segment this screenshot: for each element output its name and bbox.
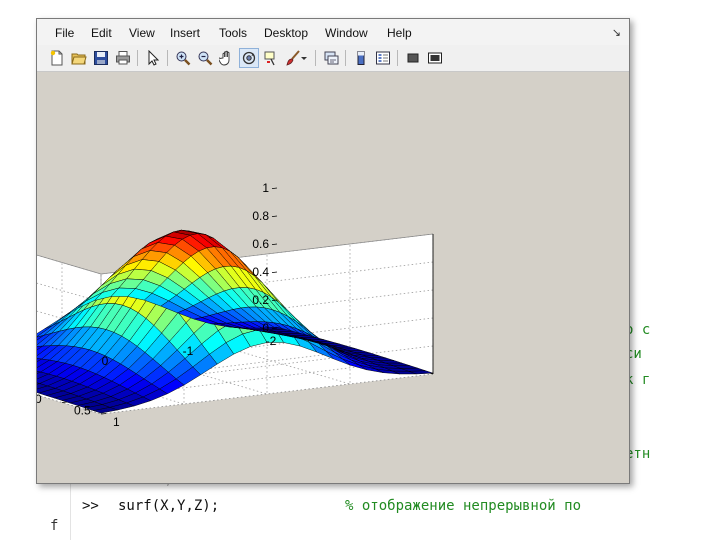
link-plot-icon[interactable] xyxy=(321,48,341,68)
command-prompt: >> xyxy=(82,498,99,514)
menu-file[interactable]: File xyxy=(55,26,74,40)
open-file-icon[interactable] xyxy=(69,48,89,68)
z-tick-label: 0.2 xyxy=(252,293,269,307)
dock-arrow-icon[interactable]: ↘ xyxy=(612,26,621,39)
figure-window[interactable]: File Edit View Insert Tools Desktop Wind… xyxy=(0,18,631,485)
toolbar-separator xyxy=(137,50,138,66)
menu-tools[interactable]: Tools xyxy=(219,26,247,40)
hide-plot-tools-icon[interactable] xyxy=(403,48,423,68)
y-tick xyxy=(61,401,68,403)
toolbar-separator xyxy=(345,50,346,66)
zoom-out-icon[interactable] xyxy=(195,48,215,68)
edit-plot-arrow-icon[interactable] xyxy=(143,48,163,68)
brush-dropdown-icon[interactable] xyxy=(299,48,309,68)
toolbar-separator xyxy=(167,50,168,66)
menu-help[interactable]: Help xyxy=(387,26,412,40)
menu-window[interactable]: Window xyxy=(325,26,368,40)
save-icon[interactable] xyxy=(91,48,111,68)
y-tick xyxy=(100,413,107,415)
show-plot-tools-icon[interactable] xyxy=(425,48,445,68)
command-code[interactable]: surf(X,Y,Z); xyxy=(118,498,219,514)
x-tick-label: -1 xyxy=(183,344,194,358)
insert-legend-icon[interactable] xyxy=(373,48,393,68)
y-tick-label: 0 xyxy=(37,392,42,406)
toolbar-separator xyxy=(315,50,316,66)
y-tick-label: 0.5 xyxy=(74,404,91,418)
z-tick-label: 0 xyxy=(262,321,269,335)
x-tick-label: -2 xyxy=(266,334,277,348)
toolbar-separator xyxy=(397,50,398,66)
menu-edit[interactable]: Edit xyxy=(91,26,112,40)
new-figure-icon[interactable] xyxy=(47,48,67,68)
surface-plot-axes[interactable]: 00.20.40.60.81210-1-210.50-0.5-1 xyxy=(0,71,631,485)
zoom-in-icon[interactable] xyxy=(173,48,193,68)
x-tick-label: 0 xyxy=(102,354,109,368)
y-tick-label: 1 xyxy=(113,415,120,429)
rotate-3d-icon[interactable] xyxy=(239,48,259,68)
print-icon[interactable] xyxy=(113,48,133,68)
menu-desktop[interactable]: Desktop xyxy=(264,26,308,40)
menu-bar: File Edit View Insert Tools Desktop Wind… xyxy=(37,19,629,46)
z-tick-label: 0.6 xyxy=(252,237,269,251)
menu-insert[interactable]: Insert xyxy=(170,26,200,40)
z-tick-label: 0.8 xyxy=(252,209,269,223)
pan-hand-icon[interactable] xyxy=(217,48,237,68)
menu-view[interactable]: View xyxy=(129,26,155,40)
gutter-char: f xyxy=(50,518,59,534)
z-tick-label: 0.4 xyxy=(252,265,269,279)
insert-colorbar-icon[interactable] xyxy=(351,48,371,68)
command-comment: % отображение непрерывной по xyxy=(345,498,582,514)
figure-toolbar xyxy=(37,45,629,72)
z-tick xyxy=(271,243,278,245)
data-cursor-icon[interactable] xyxy=(261,48,281,68)
z-tick xyxy=(271,215,278,217)
plot-area[interactable]: 00.20.40.60.81210-1-210.50-0.5-1 xyxy=(0,71,631,485)
z-tick-label: 1 xyxy=(262,181,269,195)
z-tick xyxy=(271,187,278,189)
